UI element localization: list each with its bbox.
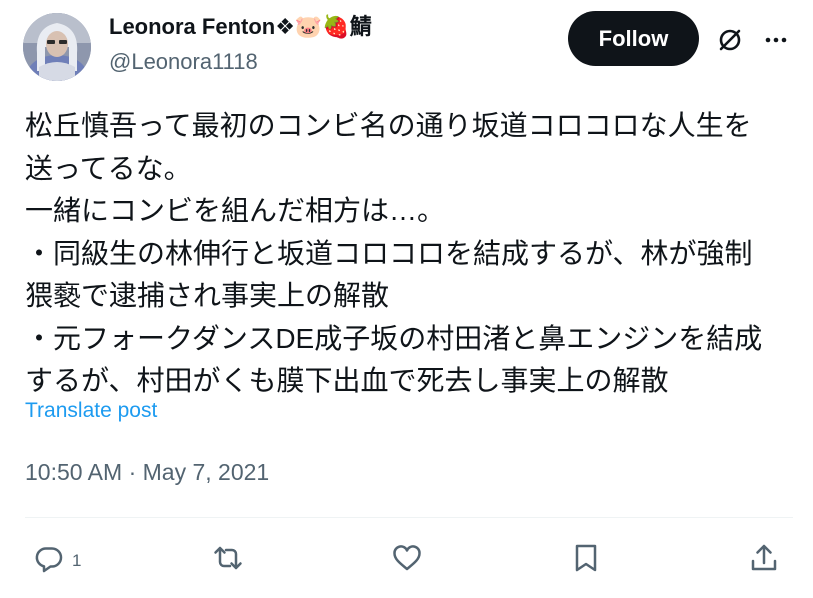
like-button[interactable] bbox=[391, 540, 423, 576]
reply-count: 1 bbox=[72, 551, 82, 570]
author-handle[interactable]: @Leonora1118 bbox=[109, 48, 258, 76]
post-line: 松丘慎吾って最初のコンビ名の通り坂道コロコロな人生を bbox=[25, 110, 752, 141]
avatar[interactable] bbox=[23, 13, 91, 81]
more-dots-icon[interactable] bbox=[760, 24, 792, 56]
like-icon bbox=[391, 542, 423, 574]
reply-icon bbox=[33, 542, 65, 574]
follow-button[interactable]: Follow bbox=[568, 11, 699, 66]
avatar-image bbox=[23, 13, 91, 81]
post-line: ・同級生の林伸行と坂道コロコロを結成するが、林が強制 bbox=[25, 237, 753, 269]
repost-button[interactable] bbox=[212, 540, 244, 576]
share-icon bbox=[748, 542, 780, 574]
grok-slash-circle-icon[interactable] bbox=[714, 24, 746, 56]
translate-post-link[interactable]: Translate post bbox=[25, 397, 157, 425]
post-line: 一緒にコンビを組んだ相方は…。 bbox=[25, 195, 446, 226]
share-button[interactable] bbox=[748, 540, 780, 576]
post-line: 猥褻で逮捕され事実上の解散 bbox=[25, 280, 390, 311]
bookmark-button[interactable] bbox=[570, 540, 602, 576]
post-line: 送ってるな。 bbox=[25, 152, 192, 184]
post-timestamp[interactable]: 10:50 AM · May 7, 2021 bbox=[25, 457, 269, 487]
reply-button[interactable]: 1 bbox=[33, 540, 81, 576]
divider bbox=[25, 517, 793, 518]
post-line: ・元フォークダンスDE成子坂の村田渚と鼻エンジンを結成 bbox=[25, 322, 763, 354]
post-body: 松丘慎吾って最初のコンビ名の通り坂道コロコロな人生を 送ってるな。 一緒にコンビ… bbox=[25, 105, 795, 403]
bookmark-icon bbox=[570, 542, 602, 574]
author-display-name[interactable]: Leonora Fenton❖🐷🍓鯖 bbox=[109, 12, 372, 42]
repost-icon bbox=[212, 542, 244, 574]
